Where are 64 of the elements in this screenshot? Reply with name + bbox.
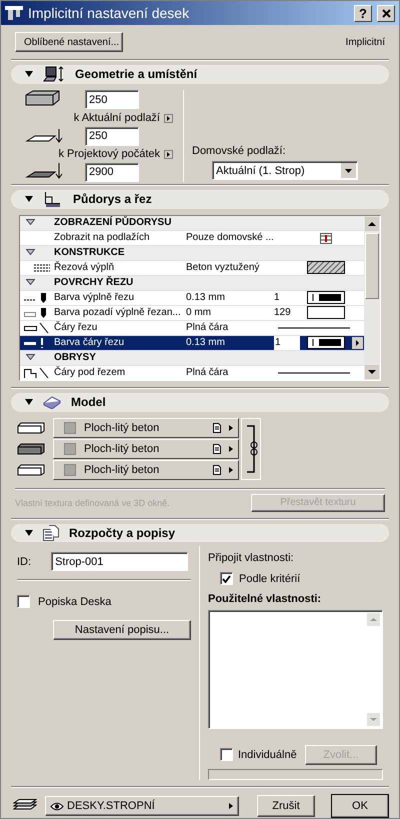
checkbox-label: Individuálně	[238, 748, 298, 761]
group-title: OBRYSY	[54, 351, 97, 364]
section-title: Geometrie a umístění	[75, 67, 198, 82]
section-title: Rozpočty a popisy	[69, 526, 176, 540]
preset-label: Implicitní	[346, 36, 385, 48]
id-field[interactable]: Strop-001	[51, 552, 188, 572]
section-header[interactable]: Model	[11, 393, 389, 412]
section-title: Půdorys a řez	[73, 192, 152, 206]
section-header[interactable]: Rozpočty a popisy	[11, 524, 389, 542]
parameter-value: Beton vyztužený	[186, 261, 260, 274]
group-title: KONSTRUKCE	[54, 246, 126, 260]
pen-number: 129	[274, 306, 292, 320]
section-title: Model	[71, 395, 106, 410]
home-story-dropdown[interactable]: Aktuální (1. Strop)	[212, 161, 358, 180]
checkbox-label: Podle kritérií	[239, 572, 300, 585]
help-button[interactable]: ?	[354, 4, 372, 22]
group-row[interactable]: POVRCHY ŘEZU	[20, 276, 364, 291]
group-row[interactable]: OBRYSY	[20, 350, 364, 366]
window-title: Implicitní nastavení desek	[28, 5, 190, 22]
parameter-name: Barva čáry řezu	[54, 336, 126, 350]
parameter-name: Zobrazit na podlažích	[54, 231, 151, 244]
parameter-row[interactable]: Barva čáry řezu 0.13 mm 1	[20, 336, 364, 351]
parameter-row[interactable]: Řezová výplň Beton vyztužený	[20, 260, 364, 276]
parameter-value: Plná čára	[186, 321, 230, 334]
parameter-row[interactable]: Barva výplně řezu 0.13 mm 1	[20, 290, 364, 306]
parameter-name: Řezová výplň	[54, 261, 116, 274]
parameter-name: Barva výplně řezu	[54, 291, 136, 304]
attach-properties-label: Připojit vlastnosti:	[208, 552, 295, 564]
group-title: ZOBRAZENÍ PŮDORYSU	[54, 216, 172, 230]
label-settings-button[interactable]: Nastavení popisu...	[53, 620, 191, 640]
section-header[interactable]: Geometrie a umístění	[11, 65, 389, 84]
group-row[interactable]: KONSTRUKCE	[20, 246, 364, 261]
checkbox-label: Popiska Deska	[38, 596, 112, 608]
parameter-value: 0.13 mm	[186, 291, 226, 304]
layer-dropdown[interactable]: DESKY.STROPNÍ	[45, 796, 239, 816]
thickness-field[interactable]: 250	[85, 90, 139, 110]
pen-number: 1	[274, 291, 281, 304]
offset-field[interactable]: 250	[85, 126, 139, 146]
origin-label: k Projektový počátek	[58, 148, 160, 160]
material-button[interactable]: Ploch-litý beton	[53, 418, 239, 438]
cancel-button[interactable]: Zrušit	[257, 795, 315, 818]
material-button[interactable]: Ploch-litý beton	[53, 460, 239, 480]
parameter-value: Pouze domovské ...	[186, 231, 274, 244]
material-button[interactable]: Ploch-litý beton	[53, 438, 239, 459]
group-title: POVRCHY ŘEZU	[54, 276, 134, 290]
parameter-name: Čáry řezu	[54, 321, 98, 334]
group-row[interactable]: ZOBRAZENÍ PŮDORYSU	[20, 216, 364, 231]
parameter-value: 0 mm	[186, 306, 212, 320]
parameter-row[interactable]: Barva pozadí výplně řezan... 0 mm 129	[20, 306, 364, 321]
available-properties-label: Použitelné vlastnosti:	[208, 593, 322, 606]
reference-label: k Aktuální podlaží	[74, 112, 160, 124]
ok-button[interactable]: OK	[331, 794, 389, 818]
id-label: ID:	[17, 556, 32, 568]
section-header[interactable]: Půdorys a řez	[11, 190, 389, 209]
parameter-row[interactable]: Zobrazit na podlažích Pouze domovské ...	[20, 230, 364, 246]
parameter-name: Čáry pod řezem	[54, 366, 126, 380]
elevation-field[interactable]: 2900	[85, 162, 139, 182]
parameter-value: Plná čára	[186, 366, 230, 380]
parameter-row[interactable]: Čáry řezu Plná čára	[20, 320, 364, 336]
home-story-label: Domovské podlaží:	[192, 145, 287, 158]
parameter-value: 0.13 mm	[186, 336, 226, 350]
parameter-row[interactable]: Čáry pod řezem Plná čára	[20, 366, 364, 380]
favorites-button[interactable]: Oblíbené nastavení...	[15, 32, 123, 52]
parameter-name: Barva pozadí výplně řezan...	[54, 306, 182, 320]
